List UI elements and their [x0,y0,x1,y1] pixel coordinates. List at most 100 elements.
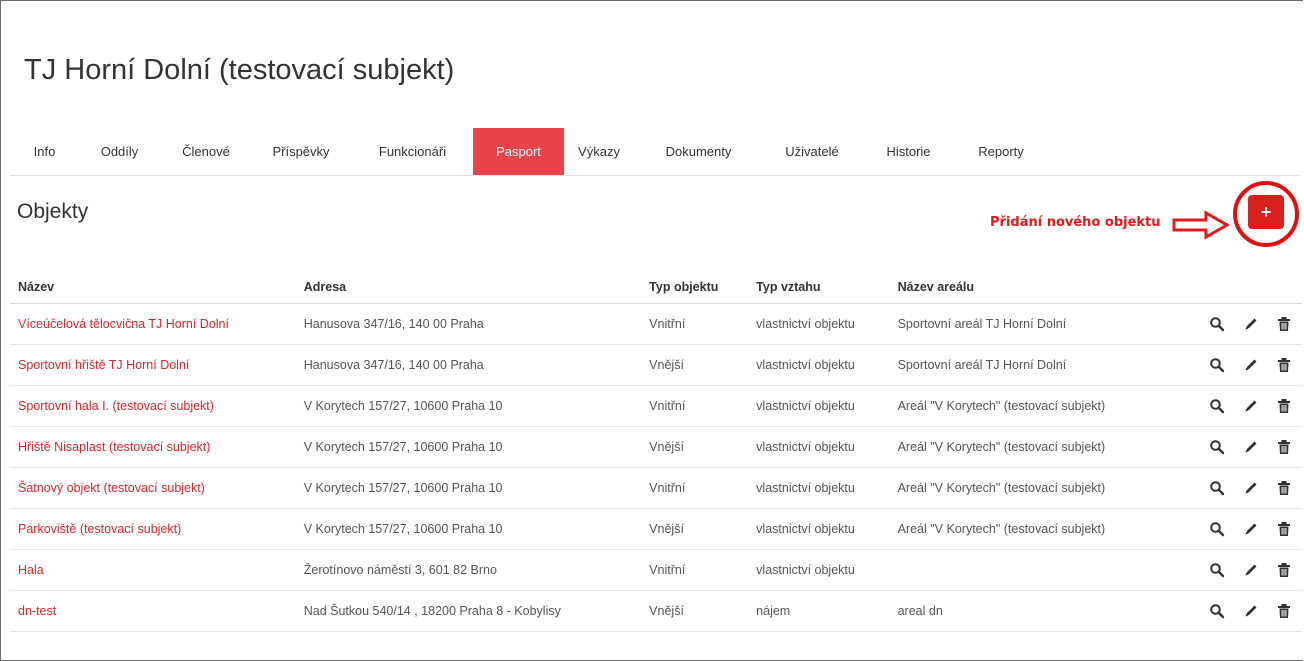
trash-icon[interactable] [1276,439,1292,455]
cell-actions [1187,303,1302,345]
tab-dokumenty[interactable]: Dokumenty [634,128,763,175]
object-name-link[interactable]: Hřiště Nisaplast (testovací subjekt) [18,440,210,454]
tab-info[interactable]: Info [12,128,77,175]
trash-icon[interactable] [1276,480,1292,496]
table-row: Šatnový objekt (testovací subjekt) V Kor… [10,467,1302,509]
pencil-icon[interactable] [1243,562,1259,578]
cell-area [889,549,1188,591]
cell-address: Žerotínovo náměstí 3, 601 82 Brno [295,549,642,591]
pencil-icon[interactable] [1243,398,1259,414]
pencil-icon[interactable] [1243,357,1259,373]
cell-type: Vnější [641,426,749,468]
search-icon[interactable] [1209,521,1225,537]
column-header-area[interactable]: Název areálu [889,270,1188,304]
column-header-type[interactable]: Typ objektu [641,270,749,304]
cell-area: Areál "V Korytech" (testovací subjekt) [889,426,1188,468]
cell-area: Areál "V Korytech" (testovací subjekt) [889,467,1188,509]
add-object-button[interactable]: + [1248,195,1284,229]
column-header-address[interactable]: Adresa [295,270,642,304]
trash-icon[interactable] [1276,562,1292,578]
cell-actions [1187,385,1302,427]
search-icon[interactable] [1209,316,1225,332]
column-header-relation[interactable]: Typ vztahu [748,270,890,304]
trash-icon[interactable] [1276,603,1292,619]
tab-funkcionari[interactable]: Funkcionáři [352,128,473,175]
cell-name: Sportovní hala I. (testovací subjekt) [10,385,296,427]
cell-relation: vlastnictví objektu [748,467,890,509]
trash-icon[interactable] [1276,398,1292,414]
object-name-link[interactable]: dn-test [18,604,56,618]
tab-prispevky[interactable]: Příspěvky [250,128,352,175]
cell-actions [1187,426,1302,468]
pencil-icon[interactable] [1243,439,1259,455]
cell-relation: vlastnictví objektu [748,385,890,427]
cell-area: Sportovní areál TJ Horní Dolní [889,303,1188,345]
cell-name: dn-test [10,590,296,632]
tab-reporty[interactable]: Reporty [956,128,1046,175]
cell-actions [1187,590,1302,632]
table-row: Víceúčelová tělocvična TJ Horní Dolní Ha… [10,303,1302,345]
cell-name: Hřiště Nisaplast (testovací subjekt) [10,426,296,468]
cell-relation: nájem [748,590,890,632]
column-header-name[interactable]: Název [10,270,296,304]
tab-clenove[interactable]: Členové [162,128,250,175]
search-icon[interactable] [1209,398,1225,414]
search-icon[interactable] [1209,480,1225,496]
trash-icon[interactable] [1276,357,1292,373]
cell-relation: vlastnictví objektu [748,303,890,345]
cell-name: Sportovní hřiště TJ Horní Dolní [10,344,296,386]
object-name-link[interactable]: Parkoviště (testovací subjekt) [18,522,181,536]
tabs-divider [10,175,1300,176]
column-header-actions [1187,270,1302,304]
cell-actions [1187,549,1302,591]
cell-actions [1187,467,1302,509]
cell-actions [1187,344,1302,386]
cell-name: Šatnový objekt (testovací subjekt) [10,467,296,509]
cell-type: Vnitřní [641,549,749,591]
add-object-annotation: Přidání nového objektu [990,215,1161,230]
tab-historie[interactable]: Historie [861,128,956,175]
search-icon[interactable] [1209,562,1225,578]
cell-type: Vnitřní [641,385,749,427]
search-icon[interactable] [1209,603,1225,619]
object-name-link[interactable]: Sportovní hřiště TJ Horní Dolní [18,358,189,372]
cell-address: V Korytech 157/27, 10600 Praha 10 [295,467,642,509]
tab-bar: Info Oddíly Členové Příspěvky Funkcionář… [12,128,1046,175]
object-name-link[interactable]: Hala [18,563,44,577]
arrow-right-icon [1172,210,1230,240]
cell-type: Vnitřní [641,303,749,345]
objects-table: Název Adresa Typ objektu Typ vztahu Náze… [10,270,1302,632]
cell-address: V Korytech 157/27, 10600 Praha 10 [295,508,642,550]
search-icon[interactable] [1209,439,1225,455]
cell-area: areal dn [889,590,1188,632]
pencil-icon[interactable] [1243,603,1259,619]
trash-icon[interactable] [1276,316,1292,332]
pencil-icon[interactable] [1243,316,1259,332]
table-row: Sportovní hřiště TJ Horní Dolní Hanusova… [10,344,1302,386]
cell-name: Parkoviště (testovací subjekt) [10,508,296,550]
cell-address: Nad Šutkou 540/14 , 18200 Praha 8 - Koby… [295,590,642,632]
cell-address: V Korytech 157/27, 10600 Praha 10 [295,426,642,468]
tab-vykazy[interactable]: Výkazy [564,128,634,175]
object-name-link[interactable]: Šatnový objekt (testovací subjekt) [18,481,205,495]
trash-icon[interactable] [1276,521,1292,537]
cell-type: Vnitřní [641,467,749,509]
cell-area: Areál "V Korytech" (testovací subjekt) [889,385,1188,427]
cell-name: Víceúčelová tělocvična TJ Horní Dolní [10,303,296,345]
table-header-row: Název Adresa Typ objektu Typ vztahu Náze… [10,270,1302,304]
pencil-icon[interactable] [1243,480,1259,496]
tab-oddily[interactable]: Oddíly [77,128,162,175]
pencil-icon[interactable] [1243,521,1259,537]
cell-type: Vnější [641,590,749,632]
cell-type: Vnější [641,344,749,386]
search-icon[interactable] [1209,357,1225,373]
tab-uzivatele[interactable]: Uživatelé [763,128,861,175]
object-name-link[interactable]: Sportovní hala I. (testovací subjekt) [18,399,214,413]
cell-actions [1187,508,1302,550]
object-name-link[interactable]: Víceúčelová tělocvična TJ Horní Dolní [18,317,229,331]
cell-address: Hanusova 347/16, 140 00 Praha [295,344,642,386]
tab-pasport[interactable]: Pasport [473,128,564,175]
cell-name: Hala [10,549,296,591]
cell-address: Hanusova 347/16, 140 00 Praha [295,303,642,345]
cell-relation: vlastnictví objektu [748,549,890,591]
